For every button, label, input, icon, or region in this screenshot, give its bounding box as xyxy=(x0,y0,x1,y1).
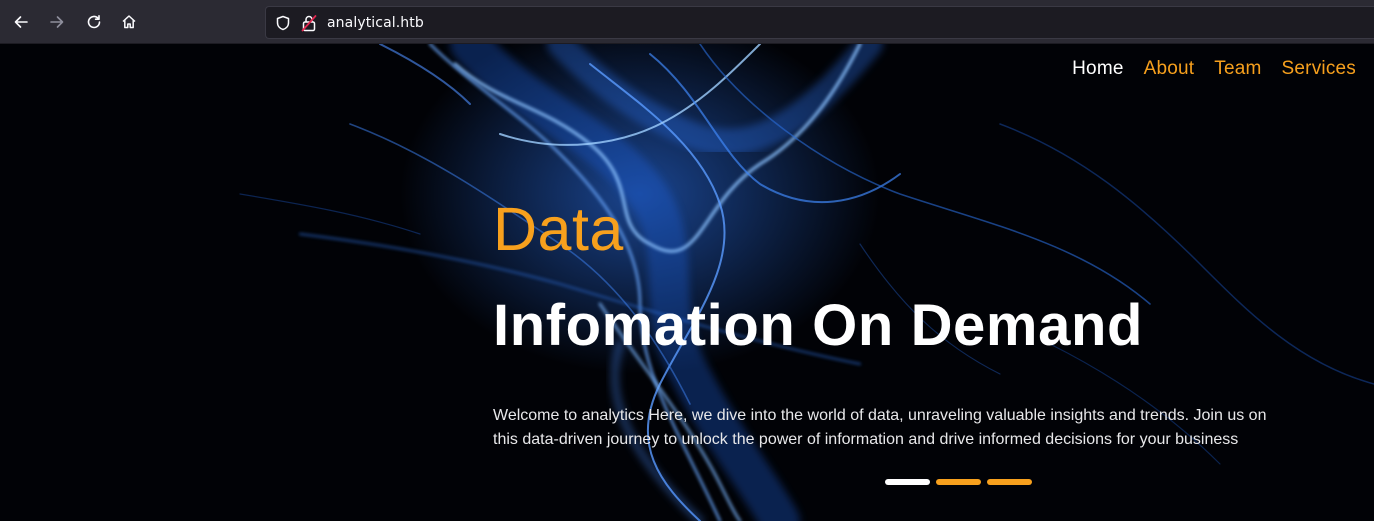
url-text[interactable]: analytical.htb xyxy=(327,15,424,31)
forward-button[interactable] xyxy=(43,8,71,36)
shield-icon[interactable] xyxy=(275,15,291,31)
reload-icon xyxy=(87,15,101,29)
back-button[interactable] xyxy=(7,8,35,36)
browser-toolbar: analytical.htb xyxy=(0,0,1374,44)
hero-kicker: Data xyxy=(493,195,624,263)
carousel-indicator-1[interactable] xyxy=(885,479,930,485)
carousel-indicators xyxy=(885,479,1032,485)
home-icon xyxy=(122,15,136,29)
arrow-left-icon xyxy=(14,16,28,28)
nav-link-home[interactable]: Home xyxy=(1072,58,1123,80)
home-button[interactable] xyxy=(115,8,143,36)
hero-intro-text: Welcome to analytics Here, we dive into … xyxy=(493,407,1267,448)
carousel-indicator-2[interactable] xyxy=(936,479,981,485)
reload-button[interactable] xyxy=(80,8,108,36)
site-navigation: Home About Team Services xyxy=(1072,58,1356,80)
carousel-indicator-3[interactable] xyxy=(987,479,1032,485)
nav-link-about[interactable]: About xyxy=(1144,58,1195,80)
arrow-right-icon xyxy=(50,16,64,28)
hero-section: Home About Team Services Data Infomation… xyxy=(0,44,1374,521)
nav-link-team[interactable]: Team xyxy=(1214,58,1261,80)
nav-link-services[interactable]: Services xyxy=(1282,58,1356,80)
address-bar[interactable]: analytical.htb xyxy=(265,6,1374,39)
hero-headline: Infomation On Demand xyxy=(493,293,1143,358)
insecure-lock-icon[interactable] xyxy=(301,14,317,32)
